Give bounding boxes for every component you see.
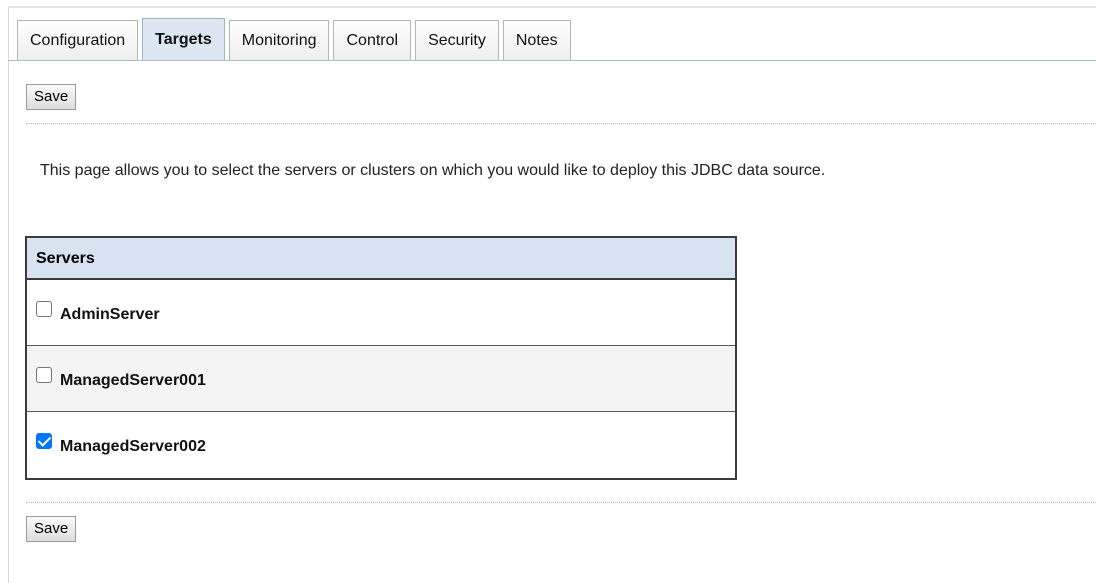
left-divider — [8, 8, 9, 583]
tab-security[interactable]: Security — [415, 20, 499, 61]
servers-table-header: Servers — [27, 238, 735, 280]
tab-configuration[interactable]: Configuration — [17, 20, 139, 61]
jdbc-targets-page: Configuration Targets Monitoring Control… — [0, 0, 1096, 583]
tab-control[interactable]: Control — [333, 20, 412, 61]
servers-table: Servers AdminServer ManagedServer001 Man… — [25, 236, 737, 480]
tab-notes[interactable]: Notes — [502, 20, 571, 61]
server-name: ManagedServer001 — [60, 371, 206, 389]
table-row: AdminServer — [27, 280, 735, 346]
dotted-divider-bottom — [26, 502, 1096, 503]
dotted-divider-top — [26, 123, 1096, 124]
top-divider — [8, 6, 1096, 8]
tab-bar: Configuration Targets Monitoring Control… — [17, 18, 575, 61]
tab-targets[interactable]: Targets — [142, 18, 225, 61]
save-button-top[interactable]: Save — [26, 84, 77, 110]
tab-monitoring[interactable]: Monitoring — [228, 20, 330, 61]
server-checkbox-adminserver[interactable] — [36, 300, 52, 317]
table-row: ManagedServer001 — [27, 346, 735, 412]
server-name: ManagedServer002 — [60, 438, 206, 455]
table-row: ManagedServer002 — [27, 412, 735, 478]
page-description: This page allows you to select the serve… — [40, 162, 826, 179]
server-checkbox-managedserver002[interactable] — [36, 433, 52, 449]
tab-bar-underline — [8, 60, 1096, 61]
server-checkbox-managedserver001[interactable] — [36, 366, 52, 383]
save-button-bottom[interactable]: Save — [26, 516, 77, 542]
server-name: AdminServer — [60, 305, 160, 323]
